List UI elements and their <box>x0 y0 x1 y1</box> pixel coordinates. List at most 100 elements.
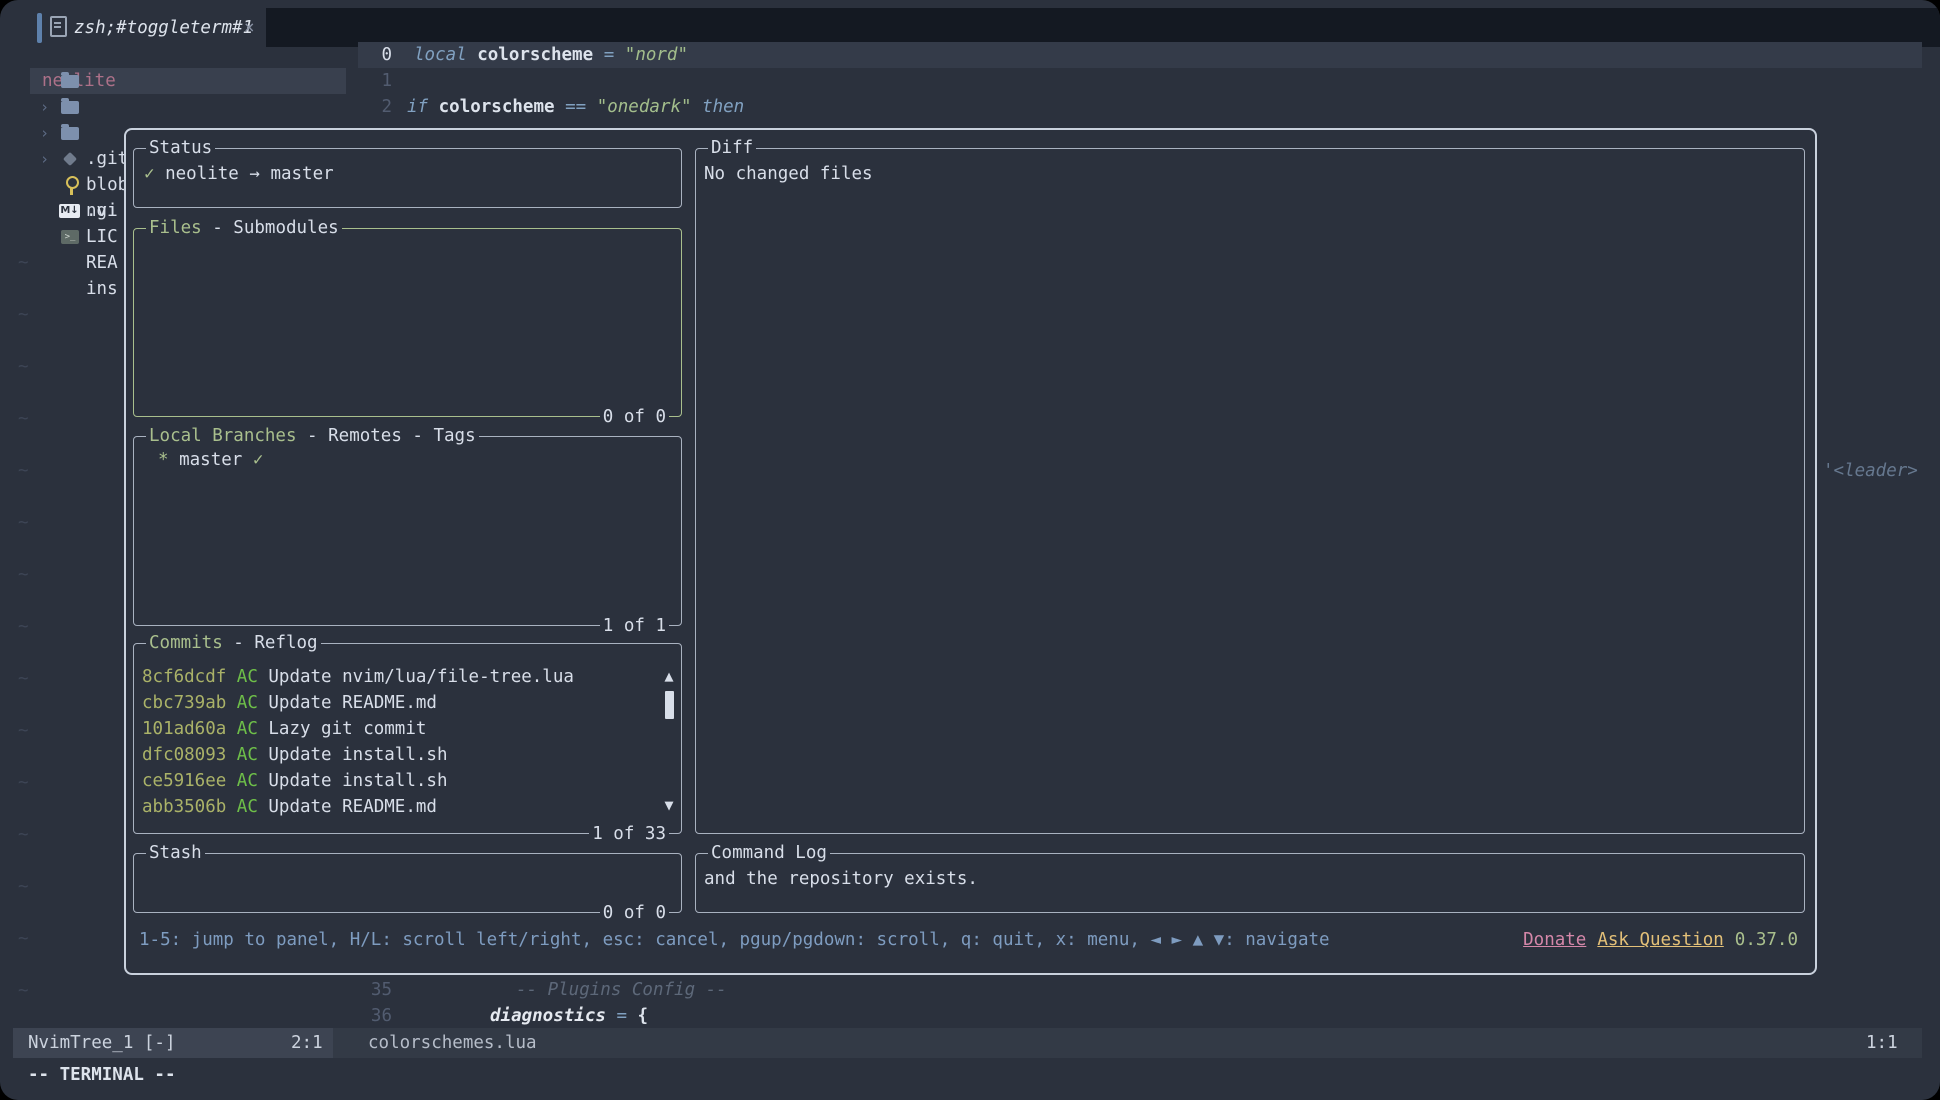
lazygit-version: 0.37.0 <box>1735 930 1798 950</box>
keybindings-help: 1-5: jump to panel, H/L: scroll left/rig… <box>139 927 1330 953</box>
tree-item-readme[interactable]: M↓ REA <box>0 198 42 224</box>
commit-row[interactable]: abb3506bACUpdate README.md <box>142 794 437 820</box>
empty-line-tilde: ~ <box>18 822 29 848</box>
commit-author-tag: AC <box>237 667 258 687</box>
diff-content: No changed files <box>704 161 873 187</box>
line-number: 0 <box>358 42 392 68</box>
tab-terminal[interactable]: zsh;#toggleterm#1 <box>74 15 253 41</box>
check-icon: ✓ <box>253 450 264 470</box>
empty-line-tilde: ~ <box>18 770 29 796</box>
mode-indicator: -- TERMINAL -- <box>28 1060 176 1090</box>
branches-panel-title: Local Branches - Remotes - Tags <box>146 423 479 449</box>
files-panel-title: Files - Submodules <box>146 215 342 241</box>
commit-row[interactable]: ce5916ee AC Update install.sh <box>142 768 448 794</box>
folder-icon <box>61 75 79 88</box>
empty-line-tilde: ~ <box>18 302 29 328</box>
statusline-buffer-name: NvimTree_1 [-] <box>28 1028 176 1058</box>
tree-item-nvim[interactable]: › nvi <box>0 120 42 146</box>
folder-icon <box>61 127 79 140</box>
empty-line-tilde: ~ <box>18 926 29 952</box>
commit-hash: ce5916ee <box>142 771 226 791</box>
command-log-panel-title: Command Log <box>708 840 830 866</box>
scrollbar-thumb[interactable] <box>665 691 674 719</box>
empty-line-tilde: ~ <box>18 354 29 380</box>
donate-link[interactable]: Donate <box>1523 930 1586 950</box>
lazygit-commits-panel[interactable]: Commits - Reflog 8cf6dcdfACUpdate nvim/l… <box>133 643 682 834</box>
commits-count: 1 of 33 <box>589 821 669 847</box>
command-log-content: and the repository exists. <box>704 866 978 892</box>
diff-panel-title: Diff <box>708 135 756 161</box>
lazygit-footer-links: Donate Ask Question 0.37.0 <box>1523 927 1798 953</box>
branch-star-icon: * <box>158 450 169 470</box>
tab-close-icon[interactable]: × <box>244 15 255 41</box>
empty-line-tilde: ~ <box>18 874 29 900</box>
lazygit-command-log-panel[interactable]: Command Log and the repository exists. <box>695 853 1805 913</box>
lazygit-stash-panel[interactable]: Stash 0 of 0 <box>133 853 682 913</box>
files-count: 0 of 0 <box>600 404 669 430</box>
code-line-0: local colorscheme = "nord" <box>414 42 688 68</box>
background-code-leader: '<leader> <box>1823 458 1918 484</box>
commit-hash: dfc08093 <box>142 745 226 765</box>
commits-panel-title: Commits - Reflog <box>146 630 321 656</box>
line-number: 1 <box>358 68 392 94</box>
line-number: 2 <box>358 94 392 120</box>
statusline-filename: colorschemes.lua <box>368 1028 537 1058</box>
file-icon <box>50 16 67 37</box>
line-number: 35 <box>358 977 392 1003</box>
commit-message: Lazy git commit <box>268 719 426 739</box>
tree-item-blob[interactable]: › blob <box>0 94 42 120</box>
commit-row[interactable]: dfc08093ACUpdate install.sh <box>142 742 448 768</box>
empty-line-tilde: ~ <box>18 978 29 1004</box>
statusline-cursor-position: 1:1 <box>1866 1028 1898 1058</box>
commit-row[interactable]: cbc739ab AC Update README.md <box>142 690 437 716</box>
commit-message: Update install.sh <box>268 771 447 791</box>
folder-icon <box>61 101 79 114</box>
commit-author-tag: AC <box>237 719 258 739</box>
stash-panel-title: Stash <box>146 840 205 866</box>
commit-message: Update README.md <box>268 693 437 713</box>
lazygit-files-panel[interactable]: Files - Submodules 0 of 0 <box>133 228 682 417</box>
empty-line-tilde: ~ <box>18 406 29 432</box>
status-line: ✓ neolite → master <box>144 161 334 187</box>
tree-item-gitignore[interactable]: .gi <box>0 146 42 172</box>
commit-message: Update nvim/lua/file-tree.lua <box>268 667 574 687</box>
stash-count: 0 of 0 <box>600 900 669 926</box>
lazygit-status-panel[interactable]: Status ✓ neolite → master <box>133 148 682 208</box>
gitignore-icon <box>63 152 77 166</box>
commit-author-tag: AC <box>237 771 258 791</box>
empty-line-tilde: ~ <box>18 562 29 588</box>
branch-row[interactable]: * master ✓ <box>158 447 263 473</box>
empty-line-tilde: ~ <box>18 718 29 744</box>
shell-script-icon: >_ <box>61 230 79 244</box>
license-key-icon <box>66 176 79 189</box>
tree-item-license[interactable]: LIC <box>0 172 42 198</box>
commit-message: Update install.sh <box>268 745 447 765</box>
empty-line-tilde: ~ <box>18 250 29 276</box>
empty-line-tilde: ~ <box>18 458 29 484</box>
statusline-file-segment <box>333 1028 1922 1058</box>
commit-hash: 101ad60a <box>142 719 226 739</box>
line-number: 36 <box>358 1003 392 1029</box>
lazygit-branches-panel[interactable]: Local Branches - Remotes - Tags * master… <box>133 436 682 626</box>
commit-message: Update README.md <box>268 797 437 817</box>
status-panel-title: Status <box>146 135 215 161</box>
commit-row[interactable]: 8cf6dcdf AC Update nvim/lua/file-tree.lua <box>142 664 574 690</box>
scroll-up-icon[interactable]: ▲ <box>661 666 677 686</box>
code-line-2: if colorscheme == "onedark" then <box>407 94 744 120</box>
tree-root[interactable]: neolite <box>0 42 42 68</box>
ask-question-link[interactable]: Ask Question <box>1597 930 1723 950</box>
lazygit-diff-panel[interactable]: Diff No changed files <box>695 148 1805 834</box>
commit-hash: cbc739ab <box>142 693 226 713</box>
commit-author-tag: AC <box>237 693 258 713</box>
empty-line-tilde: ~ <box>18 614 29 640</box>
active-tab-indicator <box>37 13 42 43</box>
scroll-down-icon[interactable]: ▼ <box>661 795 677 815</box>
empty-line-tilde: ~ <box>18 666 29 692</box>
branches-count: 1 of 1 <box>600 613 669 639</box>
tree-item-git[interactable]: › .git <box>0 68 42 94</box>
commit-hash: 8cf6dcdf <box>142 667 226 687</box>
statusline-tree-position: 2:1 <box>291 1028 323 1058</box>
tree-item-install[interactable]: >_ ins <box>0 224 42 250</box>
commit-row[interactable]: 101ad60a AC Lazy git commit <box>142 716 426 742</box>
commit-author-tag: AC <box>237 797 258 817</box>
